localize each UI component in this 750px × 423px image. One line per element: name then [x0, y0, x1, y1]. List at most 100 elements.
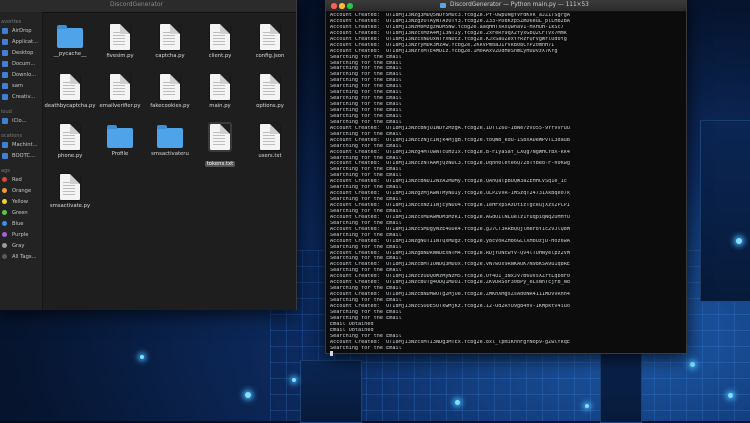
folder-item[interactable]: Profile: [94, 112, 146, 164]
disk-icon: [2, 141, 8, 148]
sidebar-item[interactable]: iClo...: [0, 115, 42, 126]
sidebar-item[interactable]: Gray: [0, 240, 42, 251]
file-item[interactable]: client.py: [194, 12, 246, 64]
zoom-button[interactable]: [347, 3, 353, 9]
sidebar-item-label: All Tags...: [12, 253, 37, 260]
sidebar-item-label: sam: [12, 82, 23, 89]
sidebar-item[interactable]: Purple: [0, 229, 42, 240]
file-item[interactable]: emailverifier.py: [94, 62, 146, 114]
sidebar-item-label: Blue: [12, 220, 24, 227]
sidebar-item[interactable]: Yellow: [0, 196, 42, 207]
file-item[interactable]: captcha.py: [144, 12, 196, 64]
document-lines: [263, 82, 275, 96]
sidebar-item[interactable]: Desktop: [0, 47, 42, 58]
file-item[interactable]: fakecookies.py: [144, 62, 196, 114]
file-item[interactable]: smsactivate.py: [44, 162, 96, 214]
home-icon: [2, 82, 8, 89]
document-lines: [113, 32, 125, 46]
sidebar-item[interactable]: Green: [0, 207, 42, 218]
sidebar-item-label: AirDrop: [12, 27, 32, 34]
file-name: main.py: [209, 103, 231, 109]
document-lines: [213, 32, 225, 46]
sidebar-item[interactable]: AirDrop: [0, 25, 42, 36]
document-icon: [160, 24, 180, 50]
wallpaper-light: [292, 378, 296, 382]
terminal-prompt[interactable]: [330, 351, 682, 357]
sidebar-item-label: Docum...: [12, 60, 36, 67]
document-lines: [63, 82, 75, 96]
sidebar-item-label: Gray: [12, 242, 25, 249]
folder-item[interactable]: smsactivateru: [144, 112, 196, 164]
documents-icon: [2, 60, 8, 67]
document-lines: [163, 32, 175, 46]
document-lines: [63, 132, 75, 146]
file-name: smsactivateru: [151, 151, 189, 157]
file-item[interactable]: tokens.txt: [194, 112, 246, 167]
terminal-output[interactable]: Account Created: OTI8MjI3Nzg3MDQ5NDY5MDc…: [326, 12, 686, 357]
document-lines: [263, 132, 275, 146]
wallpaper-light: [736, 238, 742, 244]
file-item[interactable]: main.py: [194, 62, 246, 114]
document-icon: [60, 174, 80, 200]
file-item[interactable]: fivesim.py: [94, 12, 146, 64]
wallpaper-light: [690, 362, 695, 367]
tag-dot-icon: [2, 177, 7, 182]
tag-dot-icon: [2, 232, 7, 237]
applications-icon: [2, 38, 8, 45]
close-button[interactable]: [331, 3, 337, 9]
tag-dot-icon: [2, 199, 7, 204]
sidebar-item-label: Green: [12, 209, 28, 216]
sidebar-item[interactable]: BOOTC...: [0, 150, 42, 161]
sidebar-item[interactable]: Orange: [0, 185, 42, 196]
desktop-icon: [2, 49, 8, 56]
folder-icon: [157, 125, 183, 148]
file-item[interactable]: users.txt: [244, 112, 296, 164]
sidebar-item[interactable]: Blue: [0, 218, 42, 229]
document-icon: [110, 24, 130, 50]
file-name: phone.py: [57, 153, 83, 159]
wallpaper-tower: [700, 120, 750, 302]
document-icon: [60, 74, 80, 100]
tag-dot-icon: [2, 254, 7, 259]
sidebar-item[interactable]: Machint...: [0, 139, 42, 150]
file-name: fakecookies.py: [150, 103, 190, 109]
file-name: smsactivate.py: [49, 203, 91, 209]
tag-dot-icon: [2, 243, 7, 248]
file-name: fivesim.py: [106, 53, 134, 59]
disk-icon: [2, 152, 8, 159]
sidebar-item-label: Machint...: [12, 141, 38, 148]
document-lines: [213, 82, 225, 96]
file-item[interactable]: phone.py: [44, 112, 96, 164]
sidebar-item-label: BOOTC...: [12, 152, 36, 159]
sidebar-item[interactable]: Docum...: [0, 58, 42, 69]
document-icon: [260, 24, 280, 50]
file-name: deathbycaptcha.py: [44, 103, 96, 109]
folder-icon: [107, 125, 133, 148]
tag-dot-icon: [2, 221, 7, 226]
document-lines: [213, 132, 225, 146]
terminal-titlebar[interactable]: DiscordGenerator — Python main.py — 111×…: [326, 1, 686, 12]
finder-title: DiscordGenerator: [110, 1, 164, 8]
sidebar-item[interactable]: Applicat...: [0, 36, 42, 47]
sidebar-item[interactable]: All Tags...: [0, 251, 42, 262]
sidebar-item[interactable]: sam: [0, 80, 42, 91]
sidebar-item[interactable]: Creativ...: [0, 91, 42, 102]
terminal-window: DiscordGenerator — Python main.py — 111×…: [325, 0, 687, 357]
file-item[interactable]: options.py: [244, 62, 296, 114]
file-item[interactable]: deathbycaptcha.py: [44, 62, 96, 114]
minimize-button[interactable]: [339, 3, 345, 9]
document-icon: [60, 124, 80, 150]
file-name: emailverifier.py: [99, 103, 141, 109]
file-name: users.txt: [258, 153, 282, 159]
folder-icon: [440, 3, 446, 8]
sidebar-item[interactable]: Red: [0, 174, 42, 185]
file-name: tokens.txt: [204, 161, 236, 167]
wallpaper-light: [585, 404, 589, 408]
finder-window: DiscordGenerator avorites AirDrop Applicat…: [0, 0, 297, 310]
sidebar-item[interactable]: Downlo...: [0, 69, 42, 80]
folder-item[interactable]: __pycache__: [44, 12, 96, 64]
tag-dot-icon: [2, 188, 7, 193]
file-item[interactable]: config.json: [244, 12, 296, 64]
file-name: client.py: [208, 53, 232, 59]
sidebar-item-label: Yellow: [12, 198, 28, 205]
